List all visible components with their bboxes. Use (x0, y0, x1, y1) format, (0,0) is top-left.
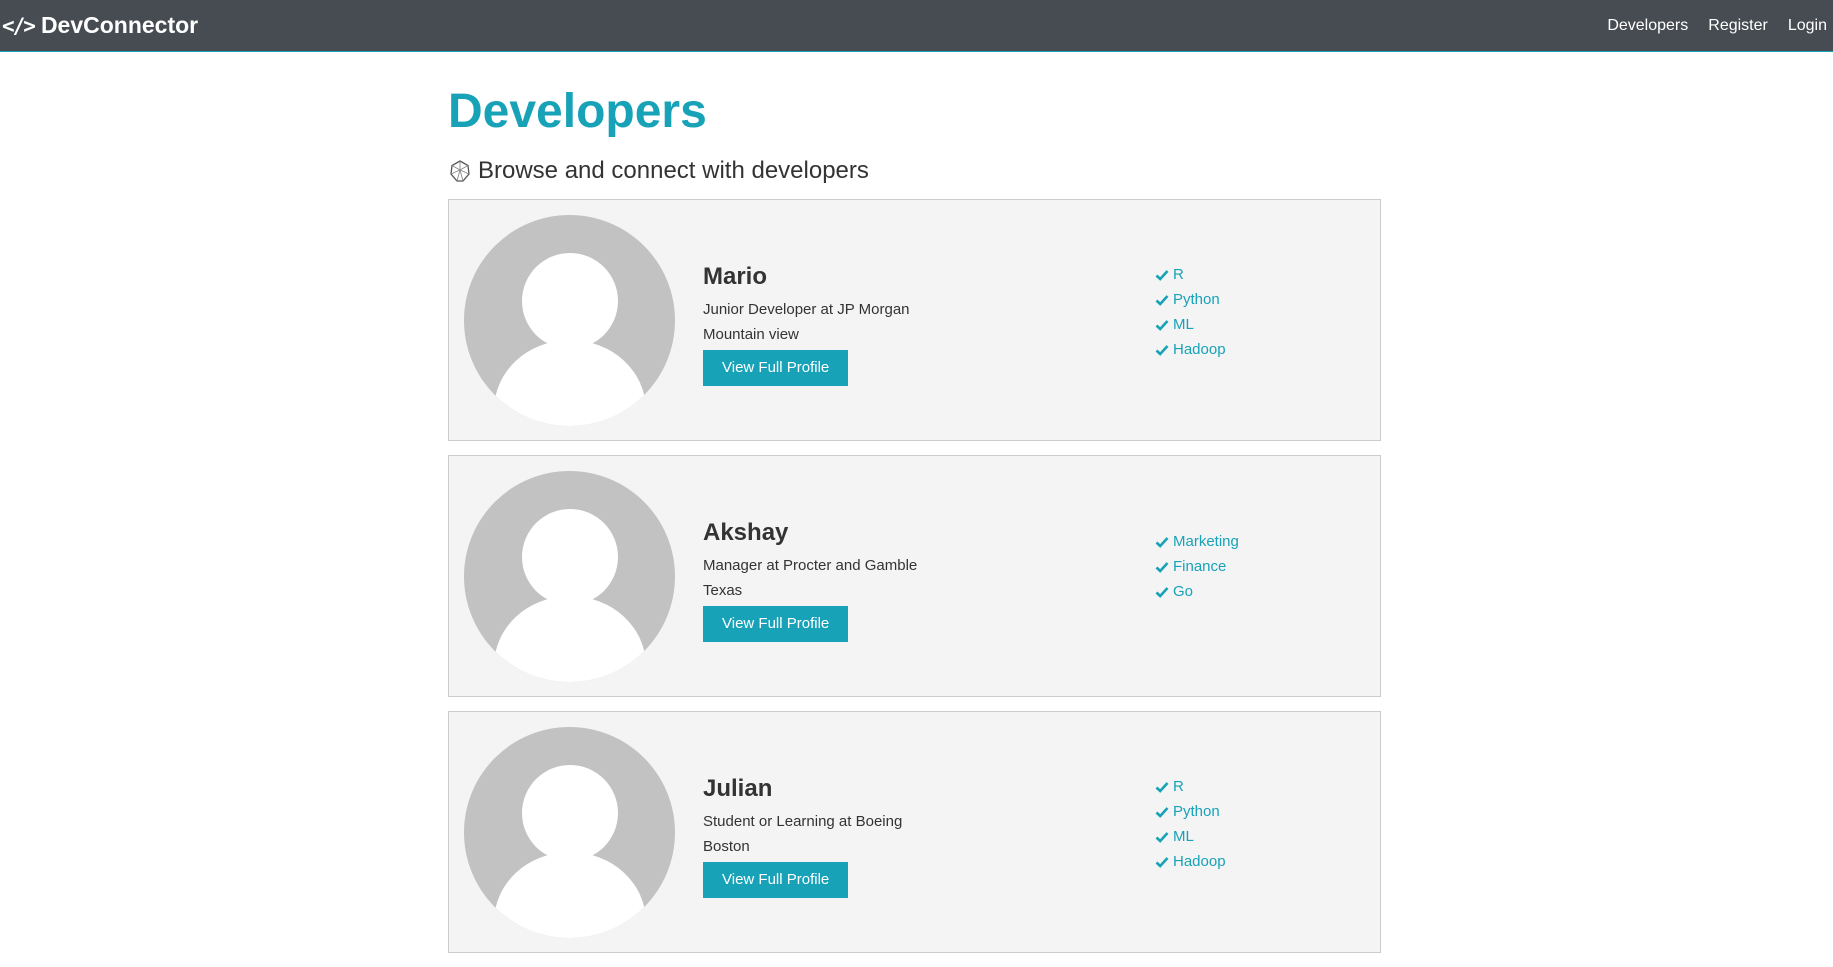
skill-label: Hadoop (1173, 853, 1226, 870)
main-container: Developers Browse and connect with devel… (448, 52, 1381, 967)
profile-location: Boston (703, 838, 750, 855)
avatar (464, 471, 675, 682)
avatar-body (494, 340, 646, 426)
profile-name: Akshay (703, 519, 789, 546)
profile-name: Mario (703, 263, 768, 290)
check-icon (1155, 830, 1169, 844)
skills-list: R Python ML Hadoop (1155, 774, 1226, 874)
view-profile-button[interactable]: View Full Profile (703, 350, 849, 386)
skill-label: Hadoop (1173, 341, 1226, 358)
profile-status: Junior Developer at JP Morgan (703, 301, 910, 318)
profiles-list: Mario Junior Developer at JP Morgan Moun… (448, 199, 1381, 953)
nav-link-register[interactable]: Register (1708, 17, 1768, 35)
skill-item: Python (1155, 799, 1226, 824)
avatar-head (522, 765, 618, 861)
skill-item: Python (1155, 287, 1226, 312)
avatar (464, 215, 675, 426)
profile-info: Akshay Manager at Procter and Gamble Tex… (703, 519, 917, 642)
avatar-head (522, 509, 618, 605)
check-icon (1155, 343, 1169, 357)
skill-label: Marketing (1173, 533, 1239, 550)
nav-link-developers[interactable]: Developers (1607, 17, 1688, 35)
skill-item: R (1155, 774, 1226, 799)
profile-status: Manager at Procter and Gamble (703, 557, 918, 574)
page-lead: Browse and connect with developers (448, 155, 1381, 187)
skill-item: Finance (1155, 554, 1239, 579)
page-title: Developers (448, 85, 707, 138)
skill-item: R (1155, 262, 1226, 287)
skill-label: R (1173, 266, 1184, 283)
profile-status: Student or Learning at Boeing (703, 813, 903, 830)
nav-link-login[interactable]: Login (1788, 17, 1827, 35)
brand-link[interactable]: </> DevConnector (2, 12, 198, 39)
skill-item: ML (1155, 312, 1226, 337)
skills-list: Marketing Finance Go (1155, 529, 1239, 604)
skill-label: ML (1173, 316, 1194, 333)
skill-item: ML (1155, 824, 1226, 849)
page-lead-text: Browse and connect with developers (478, 157, 869, 184)
view-profile-button[interactable]: View Full Profile (703, 862, 849, 898)
profile-location: Texas (703, 582, 743, 599)
profile-info: Mario Junior Developer at JP Morgan Moun… (703, 263, 910, 386)
brand-label: DevConnector (40, 12, 199, 38)
skill-item: Hadoop (1155, 849, 1226, 874)
skill-label: Python (1173, 803, 1220, 820)
check-icon (1155, 318, 1169, 332)
skill-label: Python (1173, 291, 1220, 308)
skills-list: R Python ML Hadoop (1155, 262, 1226, 362)
check-icon (1155, 535, 1169, 549)
skill-item: Hadoop (1155, 337, 1226, 362)
check-icon (1155, 855, 1169, 869)
skill-item: Marketing (1155, 529, 1239, 554)
code-icon: </> (2, 13, 36, 38)
skill-label: ML (1173, 828, 1194, 845)
skill-label: Finance (1173, 558, 1227, 575)
check-icon (1155, 780, 1169, 794)
check-icon (1155, 805, 1169, 819)
check-icon (1155, 293, 1169, 307)
profile-card: Mario Junior Developer at JP Morgan Moun… (448, 199, 1381, 441)
check-icon (1155, 268, 1169, 282)
profile-info: Julian Student or Learning at Boeing Bos… (703, 775, 902, 898)
profile-card: Akshay Manager at Procter and Gamble Tex… (448, 455, 1381, 697)
view-profile-button[interactable]: View Full Profile (703, 606, 849, 642)
check-icon (1155, 585, 1169, 599)
skill-label: R (1173, 778, 1184, 795)
check-icon (1155, 560, 1169, 574)
profile-card: Julian Student or Learning at Boeing Bos… (448, 711, 1381, 953)
avatar (464, 727, 675, 938)
profile-location: Mountain view (703, 326, 799, 343)
skill-label: Go (1173, 583, 1194, 600)
globe-icon (448, 159, 472, 183)
avatar-body (494, 852, 646, 938)
avatar-head (522, 253, 618, 349)
nav-links: Developers Register Login (1587, 17, 1827, 35)
avatar-body (494, 596, 646, 682)
navbar: </> DevConnector Developers Register Log… (0, 0, 1833, 52)
profile-name: Julian (703, 775, 773, 802)
skill-item: Go (1155, 579, 1239, 604)
